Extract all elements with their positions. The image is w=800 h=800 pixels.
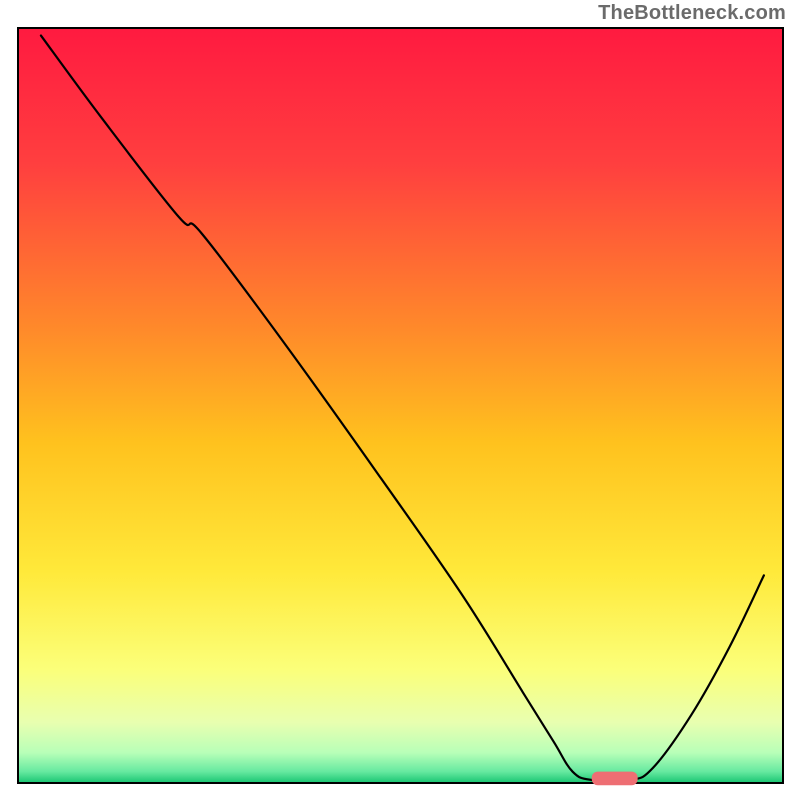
- plot-background: [18, 28, 783, 783]
- bottleneck-chart: [0, 0, 800, 800]
- chart-stage: TheBottleneck.com: [0, 0, 800, 800]
- optimal-range-marker: [592, 772, 638, 786]
